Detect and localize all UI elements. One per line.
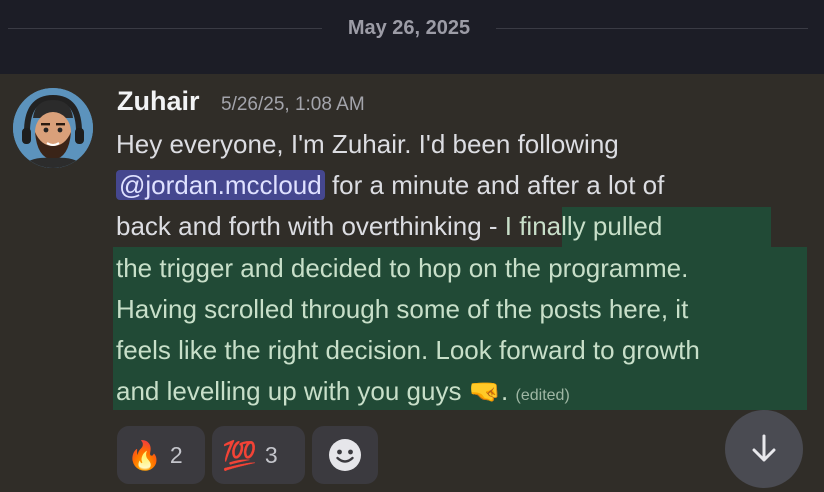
message-line-2: @jordan.mccloud for a minute and after a…: [116, 165, 664, 205]
message-text: .: [501, 376, 509, 406]
edited-label: (edited): [515, 387, 570, 404]
add-reaction-button[interactable]: [312, 426, 378, 484]
highlighted-text: feels like the right decision. Look forw…: [116, 335, 700, 365]
message-line-1: Hey everyone, I'm Zuhair. I'd been follo…: [116, 124, 619, 164]
highlighted-text: and levelling up with you guys 🤜: [116, 376, 502, 406]
message-text: back and forth with overthinking -: [116, 211, 505, 241]
reaction-count: 2: [169, 441, 183, 468]
message-line-6: feels like the right decision. Look forw…: [116, 330, 700, 370]
message-line-3: back and forth with overthinking - I fin…: [116, 206, 662, 246]
reaction-count: 3: [264, 441, 278, 468]
user-avatar[interactable]: [13, 88, 93, 168]
message-author[interactable]: Zuhair: [117, 86, 200, 117]
message-timestamp: 5/26/25, 1:08 AM: [221, 94, 365, 115]
highlighted-text: Having scrolled through some of the post…: [116, 294, 689, 324]
smiley-icon: [329, 439, 361, 471]
highlighted-text: the trigger and decided to hop on the pr…: [116, 253, 689, 283]
date-divider: May 26, 2025: [0, 14, 824, 44]
user-mention[interactable]: @jordan.mccloud: [116, 170, 325, 200]
jump-to-bottom-button[interactable]: [725, 410, 803, 488]
fire-icon: 🔥: [127, 438, 162, 472]
date-divider-line-left: [8, 28, 322, 29]
message-text: Hey everyone, I'm Zuhair. I'd been follo…: [116, 129, 619, 159]
hundred-points-icon: 💯: [222, 438, 257, 472]
message-line-4: the trigger and decided to hop on the pr…: [116, 248, 688, 288]
highlighted-text: I finally pulled: [504, 211, 663, 241]
message-line-5: Having scrolled through some of the post…: [116, 289, 688, 329]
reaction-fire[interactable]: 🔥 2: [117, 426, 205, 484]
avatar-illustration: [13, 88, 93, 168]
date-divider-label: May 26, 2025: [347, 17, 471, 39]
message-line-7: and levelling up with you guys 🤜. (edite…: [116, 371, 570, 416]
arrow-down-icon: [752, 434, 776, 462]
reaction-hundred[interactable]: 💯 3: [212, 426, 305, 484]
date-divider-line-right: [496, 28, 808, 29]
message-text: for a minute and after a lot of: [324, 170, 665, 200]
